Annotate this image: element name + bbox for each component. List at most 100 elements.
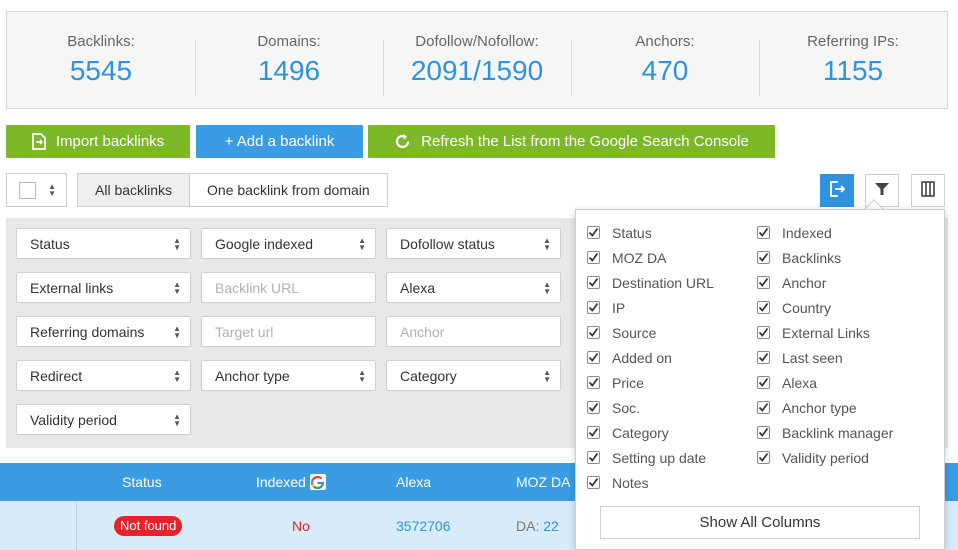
column-option[interactable]: Indexed xyxy=(757,220,893,245)
dofollow-status-select[interactable]: Dofollow status ▲ ▼ xyxy=(386,228,561,259)
column-option-label: IP xyxy=(612,299,626,316)
select-arrows-icon: ▲ ▼ xyxy=(173,368,181,384)
dropdown-arrows-icon: ▲ ▼ xyxy=(48,182,56,198)
select-arrows-icon: ▲ ▼ xyxy=(173,412,181,428)
column-option[interactable]: MOZ DA xyxy=(587,245,714,270)
stat-value: 1496 xyxy=(257,55,321,86)
checkbox-checked-icon[interactable] xyxy=(587,401,600,414)
alexa-select[interactable]: Alexa ▲ ▼ xyxy=(386,272,561,303)
checkbox-checked-icon[interactable] xyxy=(587,376,600,389)
redirect-select[interactable]: Redirect ▲ ▼ xyxy=(16,360,191,391)
checkbox-checked-icon[interactable] xyxy=(757,426,770,439)
checkbox-checked-icon[interactable] xyxy=(757,351,770,364)
column-option[interactable]: Country xyxy=(757,295,893,320)
select-all-dropdown[interactable]: ▲ ▼ xyxy=(6,173,67,207)
validity-period-select[interactable]: Validity period ▲ ▼ xyxy=(16,404,191,435)
target-url-input[interactable]: Target url xyxy=(201,316,376,347)
columns-button[interactable] xyxy=(911,174,945,207)
import-backlinks-button[interactable]: Import backlinks xyxy=(6,125,190,158)
checkbox-checked-icon[interactable] xyxy=(757,326,770,339)
backlink-url-input[interactable]: Backlink URL xyxy=(201,272,376,303)
referring-domains-select[interactable]: Referring domains ▲ ▼ xyxy=(16,316,191,347)
column-option[interactable]: External Links xyxy=(757,320,893,345)
alexa-cell[interactable]: 3572706 xyxy=(396,501,451,550)
column-option-label: Added on xyxy=(612,349,672,366)
stat-label: Anchors: xyxy=(635,33,695,50)
add-backlink-button[interactable]: + Add a backlink xyxy=(196,125,363,158)
checkbox-checked-icon[interactable] xyxy=(587,476,600,489)
column-option[interactable]: Setting up date xyxy=(587,445,714,470)
column-option[interactable]: Alexa xyxy=(757,370,893,395)
checkbox-checked-icon[interactable] xyxy=(587,226,600,239)
tab-all-backlinks[interactable]: All backlinks xyxy=(78,174,190,206)
column-option[interactable]: Added on xyxy=(587,345,714,370)
column-option-label: MOZ DA xyxy=(612,249,667,266)
checkbox-checked-icon[interactable] xyxy=(757,276,770,289)
anchor-type-select[interactable]: Anchor type ▲ ▼ xyxy=(201,360,376,391)
checkbox-checked-icon[interactable] xyxy=(757,251,770,264)
anchor-type-select-value: Anchor type xyxy=(215,367,290,384)
column-option[interactable]: Backlink manager xyxy=(757,420,893,445)
column-option[interactable]: Status xyxy=(587,220,714,245)
column-option-label: Anchor xyxy=(782,274,827,291)
show-all-columns-button[interactable]: Show All Columns xyxy=(600,506,920,539)
checkbox-checked-icon[interactable] xyxy=(757,301,770,314)
select-arrows-icon: ▲ ▼ xyxy=(173,280,181,296)
column-option[interactable]: Last seen xyxy=(757,345,893,370)
column-option-label: Source xyxy=(612,324,657,341)
column-option[interactable]: Anchor type xyxy=(757,395,893,420)
select-all-checkbox[interactable] xyxy=(19,181,36,199)
add-backlink-label: + Add a backlink xyxy=(224,133,335,150)
stat-value: 470 xyxy=(641,55,689,86)
checkbox-checked-icon[interactable] xyxy=(587,426,600,439)
stat-label: Referring IPs: xyxy=(807,33,899,50)
category-select[interactable]: Category ▲ ▼ xyxy=(386,360,561,391)
refresh-gsc-button[interactable]: Refresh the List from the Google Search … xyxy=(368,125,775,158)
column-header-alexa[interactable]: Alexa xyxy=(396,463,431,501)
stat-label: Backlinks: xyxy=(67,33,135,50)
da-value: 22 xyxy=(543,517,559,534)
checkbox-checked-icon[interactable] xyxy=(757,376,770,389)
anchor-input[interactable]: Anchor xyxy=(386,316,561,347)
column-option[interactable]: Notes xyxy=(587,470,714,495)
column-option[interactable]: Validity period xyxy=(757,445,893,470)
google-indexed-select[interactable]: Google indexed ▲ ▼ xyxy=(201,228,376,259)
checkbox-checked-icon[interactable] xyxy=(587,351,600,364)
row-divider xyxy=(76,501,77,550)
checkbox-checked-icon[interactable] xyxy=(587,276,600,289)
column-option[interactable]: Anchor xyxy=(757,270,893,295)
column-header-moz-da[interactable]: MOZ DA xyxy=(516,463,570,501)
checkbox-checked-icon[interactable] xyxy=(587,451,600,464)
checkbox-checked-icon[interactable] xyxy=(757,451,770,464)
stat-anchors: Anchors: 470 xyxy=(571,32,759,96)
checkbox-checked-icon[interactable] xyxy=(587,326,600,339)
columns-popover: Status MOZ DA Destination URL IP Source … xyxy=(575,209,945,550)
column-option[interactable]: Price xyxy=(587,370,714,395)
stat-backlinks: Backlinks: 5545 xyxy=(7,32,195,88)
checkbox-checked-icon[interactable] xyxy=(757,401,770,414)
import-file-icon xyxy=(31,133,46,150)
column-option-label: Status xyxy=(612,224,652,241)
status-select[interactable]: Status ▲ ▼ xyxy=(16,228,191,259)
export-button[interactable] xyxy=(820,174,854,207)
stat-value: 2091/1590 xyxy=(410,55,544,86)
column-option-label: Indexed xyxy=(782,224,832,241)
tab-one-backlink-from-domain[interactable]: One backlink from domain xyxy=(189,174,387,206)
column-option[interactable]: Category xyxy=(587,420,714,445)
external-links-select[interactable]: External links ▲ ▼ xyxy=(16,272,191,303)
backlink-tabs: All backlinks One backlink from domain xyxy=(77,173,388,207)
column-option[interactable]: Source xyxy=(587,320,714,345)
checkbox-checked-icon[interactable] xyxy=(757,226,770,239)
column-option[interactable]: Destination URL xyxy=(587,270,714,295)
checkbox-checked-icon[interactable] xyxy=(587,251,600,264)
status-cell: Not found xyxy=(114,501,183,550)
checkbox-checked-icon[interactable] xyxy=(587,301,600,314)
column-option[interactable]: IP xyxy=(587,295,714,320)
column-header-indexed[interactable]: Indexed xyxy=(256,463,326,501)
column-option-label: Backlinks xyxy=(782,249,842,266)
status-select-value: Status xyxy=(30,235,70,252)
column-header-status[interactable]: Status xyxy=(122,463,162,501)
column-option[interactable]: Soc. xyxy=(587,395,714,420)
column-option[interactable]: Backlinks xyxy=(757,245,893,270)
export-icon xyxy=(828,180,846,201)
